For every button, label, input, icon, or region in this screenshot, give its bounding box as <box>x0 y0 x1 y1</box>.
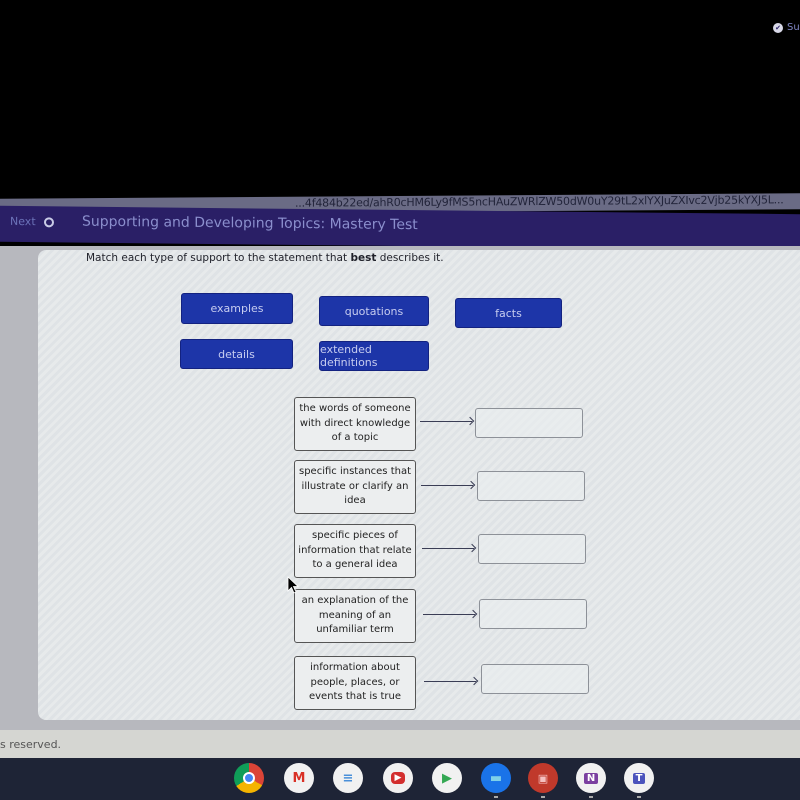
play-glyph: ▶ <box>442 770 452 786</box>
drag-chip-facts[interactable]: facts <box>455 298 562 328</box>
gallery-app-icon[interactable]: ▣ <box>528 763 558 798</box>
top-navbar: Next Supporting and Developing Topics: M… <box>0 205 800 251</box>
page-title: Supporting and Developing Topics: Master… <box>82 213 418 234</box>
arrow-right-icon <box>424 681 476 682</box>
files-glyph: ▬ <box>489 770 503 786</box>
arrow-right-icon <box>422 548 474 549</box>
arrow-right-icon <box>423 614 475 615</box>
onenote-app-icon[interactable]: N <box>576 763 606 798</box>
statement-box: specific pieces of information that rela… <box>294 524 416 578</box>
arrow-right-icon <box>420 421 472 422</box>
question-instruction: Match each type of support to the statem… <box>86 252 444 264</box>
copyright-text: s reserved. <box>0 738 62 751</box>
drop-target[interactable] <box>475 408 583 438</box>
statement-box: the words of someone with direct knowled… <box>294 397 416 451</box>
onenote-glyph: N <box>583 772 599 784</box>
instruction-text-end: describes it. <box>376 252 444 264</box>
statement-box: an explanation of the meaning of an unfa… <box>294 589 416 643</box>
teams-glyph: T <box>632 772 646 784</box>
screen: ...4f484b22ed/ahR0cHM6Ly9fMS5ncHAuZWRlZW… <box>0 0 800 800</box>
check-circle-icon: ✔ <box>773 22 783 33</box>
files-app-icon[interactable]: ▬ <box>481 763 511 798</box>
teams-app-icon[interactable]: T <box>624 763 654 798</box>
arrow-right-icon <box>421 485 473 486</box>
chrome-app-icon[interactable] <box>234 763 264 793</box>
drop-target[interactable] <box>477 471 585 501</box>
submit-button[interactable]: ✔ Su <box>773 22 800 33</box>
submit-label: Su <box>787 22 800 33</box>
play-store-app-icon[interactable]: ▶ <box>432 763 462 793</box>
drag-chip-details[interactable]: details <box>180 339 293 369</box>
chrome-center <box>243 772 255 784</box>
drop-target[interactable] <box>478 534 586 564</box>
drop-target[interactable] <box>481 664 589 694</box>
page-footer: s reserved. <box>0 730 800 760</box>
statement-box: specific instances that illustrate or cl… <box>294 460 416 514</box>
gmail-app-icon[interactable]: M <box>284 763 314 793</box>
drag-chip-examples[interactable]: examples <box>181 293 293 324</box>
url-text: ...4f484b22ed/ahR0cHM6Ly9fMS5ncHAuZWRlZW… <box>295 193 784 210</box>
next-circle-icon <box>43 216 54 227</box>
gmail-glyph: M <box>292 770 306 786</box>
docs-app-icon[interactable]: ≡ <box>333 763 363 793</box>
drop-target[interactable] <box>479 599 587 629</box>
next-button[interactable]: Next <box>10 215 54 228</box>
running-indicator <box>637 796 641 798</box>
running-indicator <box>589 796 593 798</box>
youtube-glyph: ▶ <box>390 772 406 784</box>
drag-chip-extended-definitions[interactable]: extended definitions <box>319 341 429 371</box>
running-indicator <box>494 796 498 798</box>
next-label: Next <box>10 214 36 229</box>
mouse-cursor-icon <box>287 576 299 594</box>
statement-box: information about people, places, or eve… <box>294 656 416 710</box>
youtube-app-icon[interactable]: ▶ <box>383 763 413 793</box>
running-indicator <box>541 796 545 798</box>
gallery-glyph: ▣ <box>537 771 549 785</box>
docs-glyph: ≡ <box>342 770 354 786</box>
drag-chip-quotations[interactable]: quotations <box>319 296 429 326</box>
instruction-emphasis: best <box>350 252 377 264</box>
instruction-text: Match each type of support to the statem… <box>86 252 351 264</box>
